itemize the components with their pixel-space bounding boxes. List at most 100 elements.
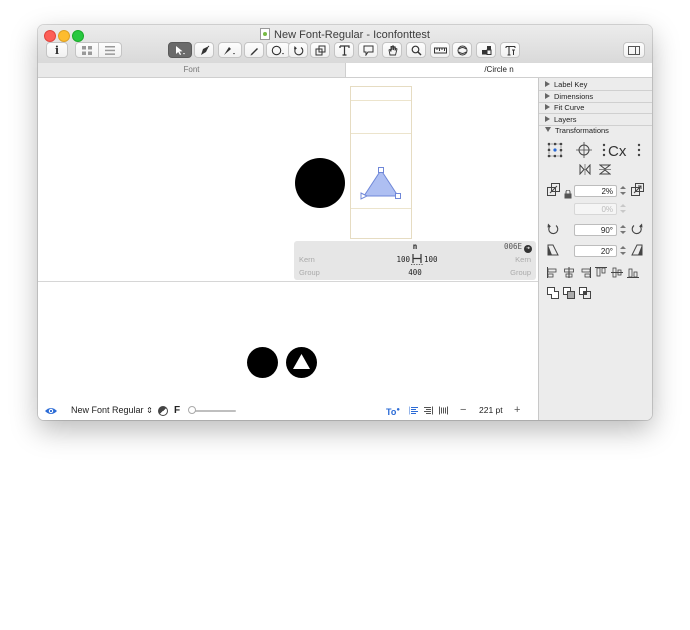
align-left-edges-icon[interactable]: [547, 267, 559, 278]
disclosure-right-icon: [545, 104, 550, 110]
shapes-tool-button[interactable]: [266, 42, 290, 58]
pen-icon: [224, 46, 235, 55]
bounding-box-origin-icon[interactable]: [547, 142, 563, 158]
scale-tool-button[interactable]: [310, 42, 330, 58]
go-arrow-icon[interactable]: ➜: [524, 245, 532, 253]
f-toggle[interactable]: F: [174, 401, 180, 420]
speech-bubble-icon: [363, 45, 373, 56]
skew-field[interactable]: 20°: [574, 245, 617, 257]
skew-stepper[interactable]: [620, 245, 626, 257]
font-selector[interactable]: New Font Regular ⇕: [71, 401, 153, 420]
x-height-line: [351, 133, 411, 134]
align-v-center-icon[interactable]: [611, 267, 623, 278]
flip-horizontal-icon[interactable]: [579, 164, 591, 175]
disclosure-right-icon: [545, 81, 550, 87]
select-tool-button[interactable]: [168, 42, 192, 58]
skew-left-icon[interactable]: [547, 244, 559, 256]
list-view-button[interactable]: [98, 42, 122, 58]
rotate-stepper[interactable]: [620, 224, 626, 236]
scale-x-field[interactable]: 2%: [574, 185, 617, 197]
components-tool-button[interactable]: [476, 42, 496, 58]
type-tool-button[interactable]: [500, 42, 520, 58]
section-transformations[interactable]: Transformations: [539, 125, 652, 136]
kern-left-label: Kern: [299, 255, 315, 264]
union-icon[interactable]: [547, 287, 559, 299]
align-left-icon[interactable]: [409, 406, 418, 415]
rotate-ccw-icon[interactable]: [547, 223, 559, 235]
circle-component[interactable]: [295, 158, 345, 208]
grid-view-button[interactable]: [75, 42, 99, 58]
scale-icon: [315, 45, 325, 55]
section-fit-curve[interactable]: Fit Curve: [539, 102, 652, 114]
align-bottom-edges-icon[interactable]: [627, 267, 639, 278]
glyph-name[interactable]: n: [294, 242, 536, 252]
edit-view[interactable]: n 006E ➜ Kern Kern 100 100 Group Group 40…: [38, 78, 538, 280]
component-cx-icon[interactable]: Cx: [602, 142, 642, 158]
knife-tool-button[interactable]: [452, 42, 472, 58]
pencil-tool-button[interactable]: [244, 42, 264, 58]
nib-icon: [200, 45, 209, 55]
slider-knob[interactable]: [188, 406, 196, 414]
rotate-field[interactable]: 90°: [574, 224, 617, 236]
tab-glyph[interactable]: /Circle n: [346, 63, 652, 77]
align-h-center-icon[interactable]: [563, 267, 575, 278]
node-handle[interactable]: [395, 193, 401, 199]
zoom-value[interactable]: 221 pt: [479, 401, 503, 420]
subtract-icon[interactable]: [563, 287, 575, 299]
info-button[interactable]: i: [46, 42, 68, 58]
scale-x-stepper[interactable]: [620, 185, 626, 197]
zoom-out-button[interactable]: −: [460, 401, 466, 420]
glyph-info-panel: n 006E ➜ Kern Kern 100 100 Group Group 40…: [294, 241, 536, 280]
align-right-edges-icon[interactable]: [579, 267, 591, 278]
pencil-icon: [250, 47, 258, 55]
annotation-tool-button[interactable]: [358, 42, 378, 58]
rsb-field[interactable]: 100: [424, 255, 438, 265]
draw-tool-button[interactable]: [194, 42, 214, 58]
triangle-path[interactable]: [360, 166, 402, 200]
pen-tool-button[interactable]: [218, 42, 242, 58]
preview-bottom-bar: New Font Regular ⇕ F To● − 221 pt +: [38, 401, 538, 420]
glyph-metrics-box: [350, 86, 412, 239]
rotate-tool-button[interactable]: [288, 42, 308, 58]
width-field[interactable]: 400: [294, 268, 536, 278]
preview-glyph-circle-n: [286, 347, 317, 378]
text-options-button[interactable]: To●: [386, 401, 400, 420]
preview-size-slider[interactable]: [190, 410, 236, 412]
metrics-link-icon[interactable]: [411, 252, 423, 266]
eye-icon[interactable]: [44, 406, 58, 416]
preview-glyph-circle: [247, 347, 278, 378]
tab-bar: Font /Circle n: [38, 63, 652, 78]
section-label-key[interactable]: Label Key: [539, 79, 652, 91]
sidebar-toggle-button[interactable]: [623, 42, 645, 58]
glyph-canvas[interactable]: n 006E ➜ Kern Kern 100 100 Group Group 40…: [38, 78, 538, 420]
intersect-icon[interactable]: [579, 287, 591, 299]
magnifier-icon: [411, 45, 422, 56]
preview-divider[interactable]: [38, 281, 538, 282]
skew-right-icon[interactable]: [631, 244, 643, 256]
measure-tool-button[interactable]: [430, 42, 450, 58]
node-handle[interactable]: [378, 167, 384, 173]
scale-down-icon[interactable]: [547, 183, 560, 196]
zoom-tool-button[interactable]: [406, 42, 426, 58]
title-bar: New Font-Regular - Iconfonttest i: [38, 25, 652, 64]
align-top-edges-icon[interactable]: [595, 267, 607, 278]
baseline: [351, 208, 411, 209]
contrast-toggle-icon[interactable]: [158, 406, 168, 416]
zoom-in-button[interactable]: +: [514, 401, 520, 420]
scale-up-icon[interactable]: [631, 183, 644, 196]
rotate-cw-icon[interactable]: [631, 223, 643, 235]
text-tool-icon: [338, 44, 350, 56]
type-icon: [504, 45, 516, 56]
crosshair-origin-icon[interactable]: [575, 142, 593, 158]
scale-y-stepper[interactable]: [620, 203, 626, 215]
tab-font[interactable]: Font: [38, 63, 346, 77]
lsb-field[interactable]: 100: [392, 255, 410, 265]
align-right-icon[interactable]: [424, 406, 433, 415]
flip-vertical-icon[interactable]: [599, 164, 611, 175]
scale-y-field[interactable]: 0%: [574, 203, 617, 215]
text-tool-button[interactable]: [334, 42, 354, 58]
hand-tool-button[interactable]: [382, 42, 402, 58]
window-title: New Font-Regular - Iconfonttest: [38, 28, 652, 42]
lock-icon[interactable]: [564, 190, 572, 199]
align-justify-icon[interactable]: [439, 406, 448, 415]
